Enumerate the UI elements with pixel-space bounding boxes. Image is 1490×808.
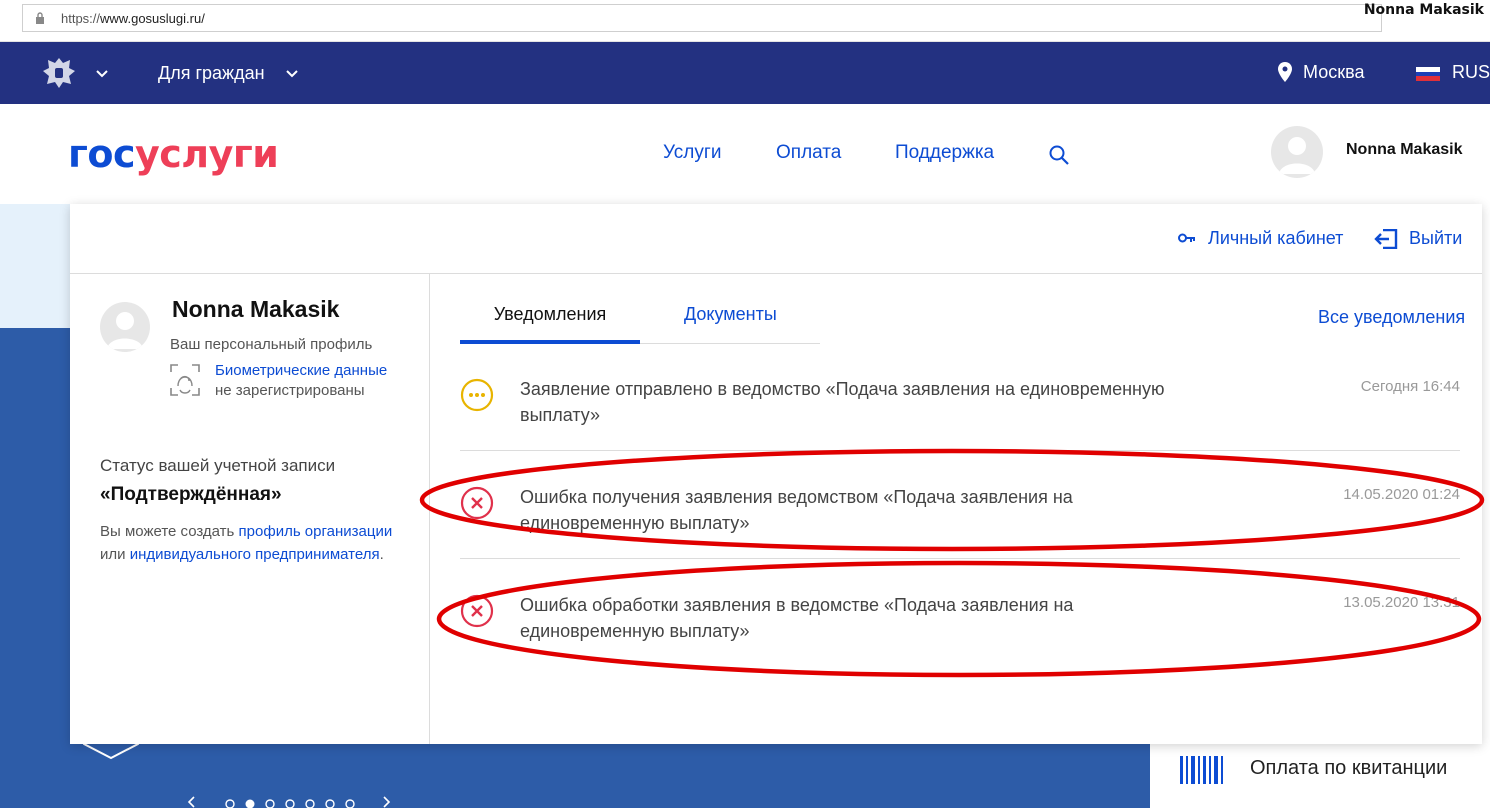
notification-text: Ошибка получения заявления ведомством «П… [520,487,1073,533]
location-pin-icon [1278,62,1292,82]
logout-link[interactable]: Выйти [1409,228,1462,249]
russian-flag-icon [1416,67,1440,81]
pay-by-receipt-link[interactable]: Оплата по квитанции [1250,757,1447,780]
browser-address-bar: https://www.gosuslugi.ru/ Nonna Makasik [0,0,1490,42]
notification-text: Ошибка обработки заявления в ведомстве «… [520,595,1074,641]
avatar[interactable] [1271,126,1323,178]
panel-header: Личный кабинет Выйти [70,204,1482,274]
nav-support[interactable]: Поддержка [895,142,994,164]
biometric-status: не зарегистрированы [215,382,365,399]
chevron-down-icon[interactable] [96,70,108,78]
coat-of-arms-icon[interactable] [40,54,78,92]
chevron-down-icon[interactable] [286,70,298,78]
error-icon [460,594,494,628]
divider [460,450,1460,451]
window-user-name: Nonna Makasik [1363,2,1484,18]
notification-tabs: Уведомления Документы [460,304,820,344]
background-banner-light [0,204,70,328]
user-silhouette-icon [1279,137,1315,174]
language-selector[interactable]: RUS [1452,62,1490,83]
nav-payment[interactable]: Оплата [776,142,841,164]
profile-subtitle: Ваш персональный профиль [170,336,373,353]
notification-time: 14.05.2020 01:24 [1343,486,1460,503]
tab-documents[interactable]: Документы [684,304,777,325]
entrepreneur-profile-link[interactable]: индивидуального предпринимателя [130,546,380,563]
watermark: RECOMMEND.RU [1346,778,1478,795]
key-icon [1178,233,1195,243]
site-header: госуслуги Услуги Оплата Поддержка Nonna … [0,104,1490,204]
notification-item[interactable]: Ошибка обработки заявления в ведомстве «… [460,592,1460,646]
profile-section: Nonna Makasik Ваш персональный профиль Б… [70,274,430,744]
profile-name: Nonna Makasik [172,296,340,322]
notification-time: Сегодня 16:44 [1360,378,1460,395]
notification-item[interactable]: Ошибка получения заявления ведомством «П… [460,484,1460,538]
gosuslugi-logo[interactable]: госуслуги [68,132,279,176]
personal-cabinet-link[interactable]: Личный кабинет [1208,228,1343,249]
url-text: https://www.gosuslugi.ru/ [61,11,205,26]
divider [460,558,1460,559]
user-dropdown-panel: Личный кабинет Выйти Nonna Makasik Ваш п… [70,204,1482,744]
header-user-name[interactable]: Nonna Makasik [1346,141,1462,159]
error-icon [460,486,494,520]
avatar [100,302,150,352]
account-status-label: Статус вашей учетной записи [100,456,336,475]
carousel-pagination[interactable] [186,795,406,808]
notification-text: Заявление отправлено в ведомство «Подача… [520,379,1165,425]
organization-profile-link[interactable]: профиль организации [239,523,393,540]
barcode-icon [1180,756,1223,784]
nav-services[interactable]: Услуги [663,142,721,164]
city-selector[interactable]: Москва [1303,62,1364,83]
for-citizens-menu[interactable]: Для граждан [158,63,265,84]
logout-icon[interactable] [1374,229,1398,249]
biometric-data-link[interactable]: Биометрические данные [215,362,387,379]
create-profile-hint: Вы можете создать профиль организации ил… [100,523,393,563]
all-notifications-link[interactable]: Все уведомления [1318,307,1465,328]
account-status-value: «Подтверждённая» [100,484,282,505]
user-silhouette-icon [107,312,143,349]
notification-item[interactable]: Заявление отправлено в ведомство «Подача… [460,376,1460,430]
search-icon[interactable] [1048,144,1070,166]
lock-icon [36,12,44,24]
tab-notifications[interactable]: Уведомления [460,304,640,344]
face-scan-icon [170,364,200,396]
url-field[interactable]: https://www.gosuslugi.ru/ [22,4,1382,32]
pending-icon [460,378,494,412]
notification-time: 13.05.2020 13:31 [1343,594,1460,611]
top-bar: Для граждан Москва RUS [0,42,1490,104]
